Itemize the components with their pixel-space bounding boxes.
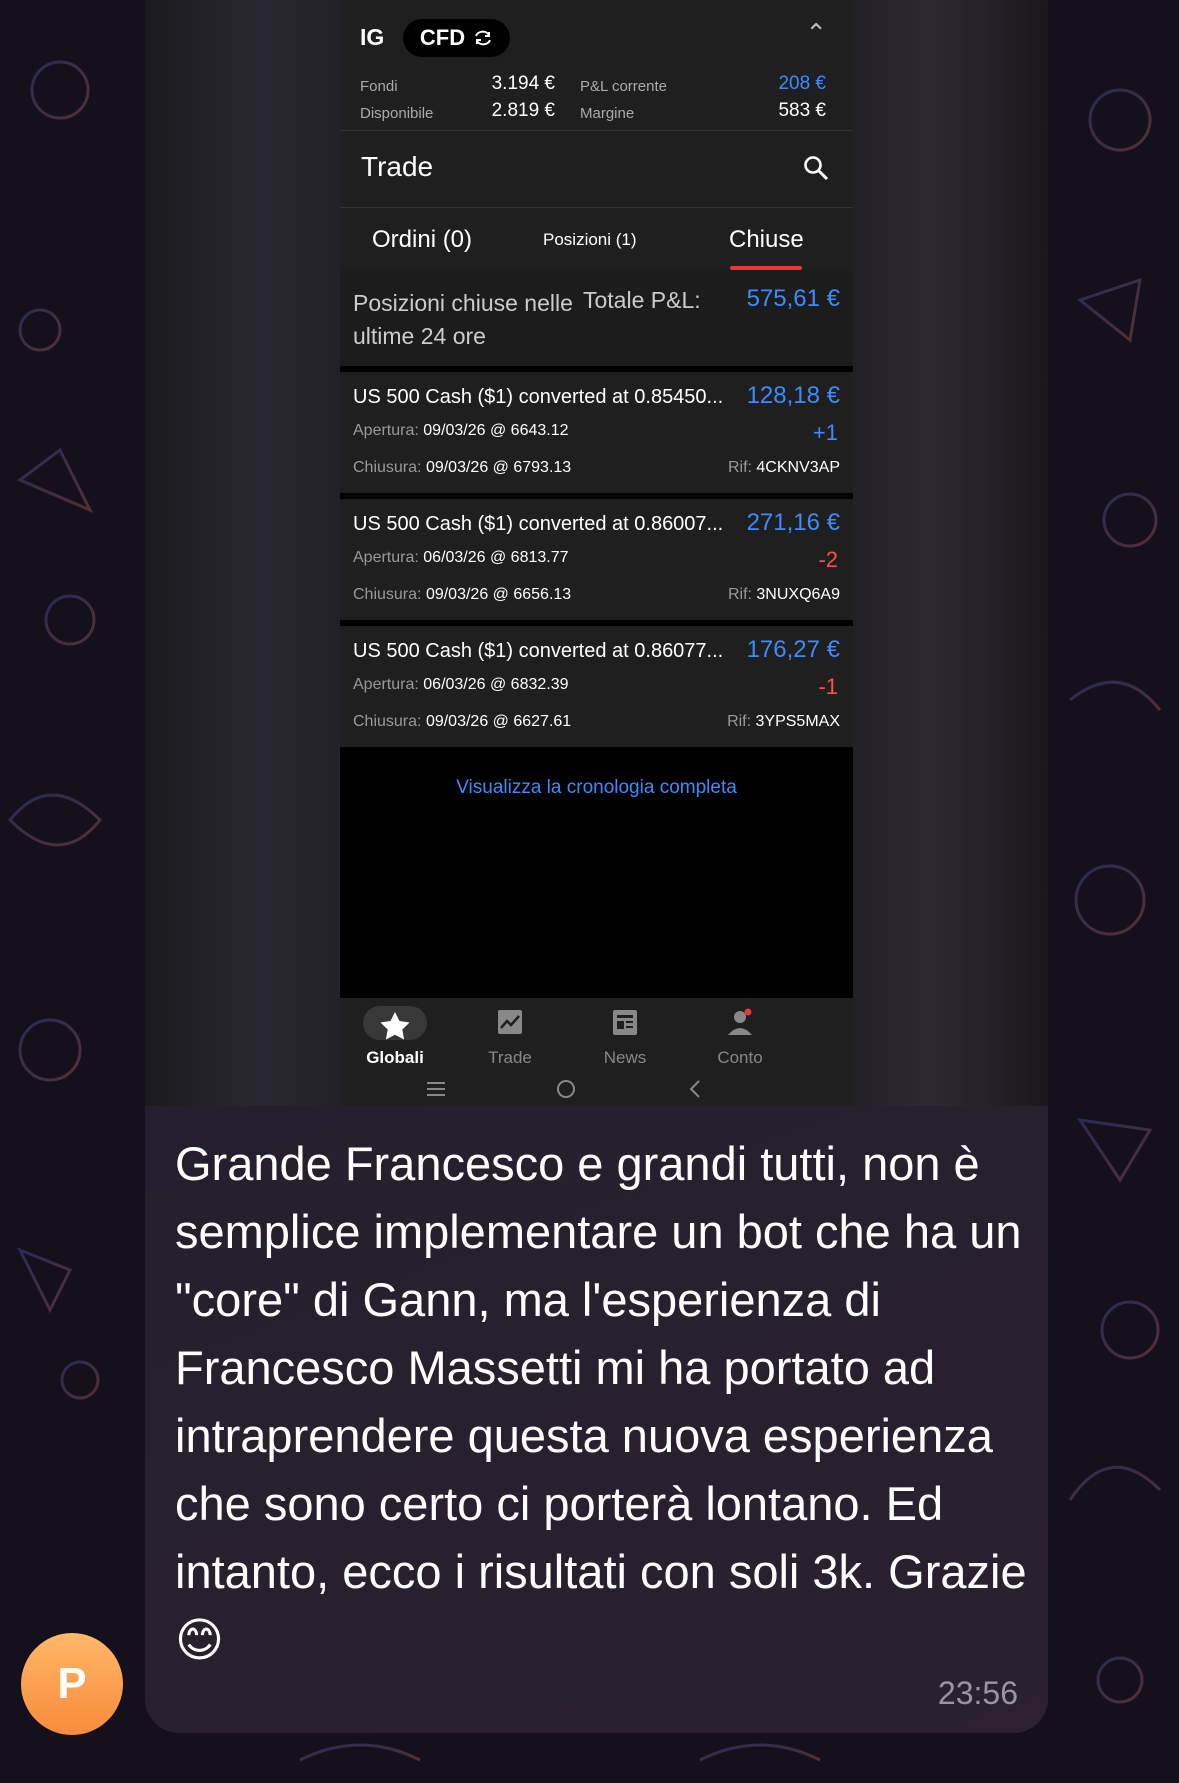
tab-ordini[interactable]: Ordini (0) [372,226,472,254]
position-pl: 176,27 € [746,636,840,663]
position-direction: -2 [818,547,838,572]
close-value: 09/03/26 @ 6627.61 [425,713,572,730]
message-text: Grande Francesco e grandi tutti, non è s… [175,1137,1027,1666]
star-icon [363,1006,427,1040]
position-direction: -1 [818,674,838,699]
home-icon[interactable] [555,1078,577,1100]
position-pl: 271,16 € [746,509,840,536]
closed-summary: Posizioni chiuse nelle ultime 24 ore Tot… [340,271,853,366]
active-tab-indicator [730,266,802,270]
stat-label-pl: P&L corrente [580,78,667,95]
ref-value: 3NUXQ6A9 [756,586,840,603]
system-nav-bar [340,1076,853,1106]
message-time: 23:56 [937,1675,1018,1711]
open-value: 06/03/26 @ 6813.77 [423,549,569,566]
ref-value: 4CKNV3AP [756,459,840,476]
close-value: 09/03/26 @ 6656.13 [425,586,572,603]
open-label: Apertura: [353,676,419,693]
nav-label: Conto [717,1048,763,1067]
collapse-chevron-icon[interactable]: ⌃ [805,18,827,49]
nav-globali[interactable]: Globali [340,998,455,1068]
stat-value-pl: 208 € [778,73,826,94]
summary-label: Posizioni chiuse nelle ultime 24 ore [353,290,573,349]
stat-label-disponibile: Disponibile [360,105,434,122]
ref-label: Rif: [727,713,752,730]
sender-avatar[interactable]: P [21,1633,123,1735]
position-name: US 500 Cash ($1) converted at 0.85450... [353,386,724,408]
newspaper-icon [613,1010,637,1035]
search-icon[interactable] [803,155,829,181]
message-bubble[interactable]: IG CFD ⌃ Fondi 3.194 € Disponibile 2.819… [145,0,1048,1733]
stat-value-margine: 583 € [778,100,826,121]
position-row[interactable]: US 500 Cash ($1) converted at 0.85450...… [340,372,853,493]
tab-chiuse[interactable]: Chiuse [729,226,804,254]
close-label: Chiusura: [353,586,422,603]
back-icon[interactable] [688,1079,702,1099]
stat-label-margine: Margine [580,105,635,122]
ref-label: Rif: [727,586,752,603]
switch-icon [475,30,492,46]
stat-value-disponibile: 2.819 € [491,100,555,121]
position-row[interactable]: US 500 Cash ($1) converted at 0.86007...… [340,499,853,620]
close-value: 09/03/26 @ 6793.13 [425,459,572,476]
photo-blur-right [853,0,1048,1106]
position-pl: 128,18 € [746,382,840,409]
nav-label: Globali [366,1048,424,1067]
tab-posizioni[interactable]: Posizioni (1) [543,230,637,250]
ref-value: 3YPS5MAX [755,713,840,730]
position-name: US 500 Cash ($1) converted at 0.86077... [353,640,724,662]
broker-logo: IG [360,24,385,50]
close-label: Chiusura: [353,459,422,476]
nav-label: Trade [488,1048,532,1067]
photo-blur-left [145,0,340,1106]
person-icon [728,1008,752,1035]
nav-label: News [603,1048,647,1067]
total-pl-value: 575,61 € [746,285,840,312]
position-row[interactable]: US 500 Cash ($1) converted at 0.86077...… [340,626,853,747]
tab-bar: Ordini (0) Posizioni (1) Chiuse [340,208,853,271]
bottom-nav: Globali Trade News Conto [340,998,853,1076]
screenshot-photo[interactable]: IG CFD ⌃ Fondi 3.194 € Disponibile 2.819… [145,0,1048,1106]
open-value: 09/03/26 @ 6643.12 [423,422,569,439]
nav-conto[interactable]: Conto [680,998,800,1068]
stat-label-fondi: Fondi [360,78,398,95]
history-link[interactable]: Visualizza la cronologia completa [340,777,853,799]
open-value: 06/03/26 @ 6832.39 [423,676,569,693]
recents-icon[interactable] [426,1080,446,1098]
account-type-switch[interactable]: CFD [403,19,510,57]
stat-value-fondi: 3.194 € [491,73,555,94]
position-name: US 500 Cash ($1) converted at 0.86007... [353,513,724,535]
position-direction: +1 [812,420,838,445]
chart-icon [498,1010,522,1034]
trading-app-screen: IG CFD ⌃ Fondi 3.194 € Disponibile 2.819… [340,0,853,1106]
open-label: Apertura: [353,549,419,566]
nav-news[interactable]: News [565,998,685,1068]
close-label: Chiusura: [353,713,422,730]
page-header: Trade [340,130,853,208]
account-type-label: CFD [419,25,466,50]
account-header: IG CFD ⌃ Fondi 3.194 € Disponibile 2.819… [340,0,853,130]
page-title: Trade [361,151,434,182]
open-label: Apertura: [353,422,419,439]
ref-label: Rif: [727,459,752,476]
nav-trade[interactable]: Trade [450,998,570,1068]
total-pl-label: Totale P&L: [583,287,701,313]
